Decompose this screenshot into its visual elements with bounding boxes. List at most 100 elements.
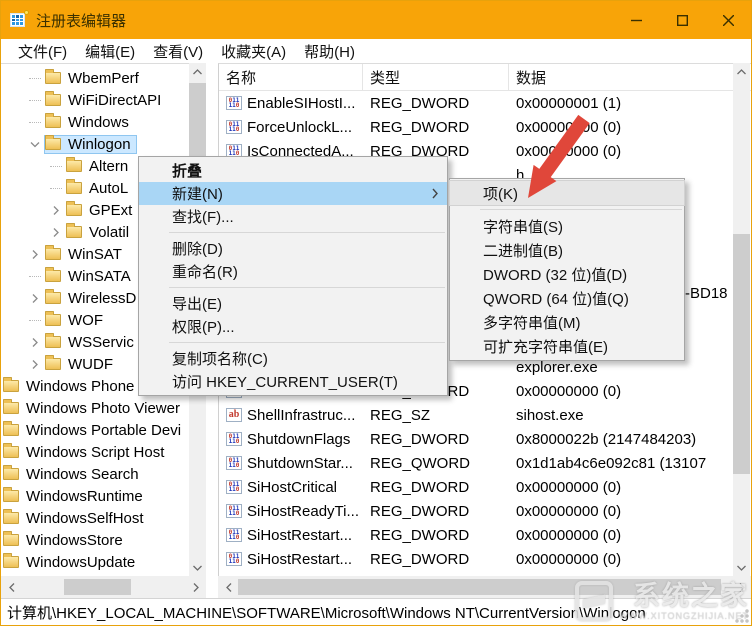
value-row[interactable]: 011110ShutdownFlagsREG_DWORD0x8000022b (… (219, 427, 752, 451)
list-vscroll-thumb[interactable] (733, 234, 750, 474)
folder-icon (45, 72, 61, 84)
value-row[interactable]: 011110ForceUnlockL...REG_DWORD0x00000000… (219, 115, 752, 139)
tree-item-windows-script-host[interactable]: Windows Script Host (1, 441, 183, 463)
value-data: 0x00000000 (0) (509, 479, 752, 496)
scroll-down-icon[interactable] (733, 559, 750, 576)
tree-expander[interactable] (28, 357, 42, 371)
chevron-right-icon (30, 250, 40, 259)
tree-hscroll-thumb[interactable] (64, 579, 131, 595)
title-bar: 注册表编辑器 (1, 1, 751, 39)
menu-item-label: 删除(D) (172, 238, 223, 259)
context-menu-item-0[interactable]: 折叠 (139, 159, 447, 182)
folder-icon (66, 204, 82, 216)
tree-item-windowsstore[interactable]: WindowsStore (1, 529, 183, 551)
submenu-item-2[interactable]: 二进制值(B) (450, 238, 684, 262)
value-type: REG_SZ (363, 407, 509, 424)
value-name: EnableSIHostI... (247, 95, 355, 112)
context-menu-item-1[interactable]: 新建(N) (139, 182, 447, 205)
tree-item-windowsselfhost[interactable]: WindowsSelfHost (1, 507, 183, 529)
folder-icon (3, 534, 19, 546)
tree-item-label: WinSAT (66, 246, 124, 263)
menu-bar: 文件(F)编辑(E)查看(V)收藏夹(A)帮助(H) (1, 39, 751, 63)
context-menu-item-3[interactable]: 删除(D) (139, 237, 447, 260)
value-type: REG_DWORD (363, 503, 509, 520)
resize-grip[interactable] (735, 609, 749, 623)
folder-icon (45, 314, 61, 326)
tree-item-wbemperf[interactable]: WbemPerf (1, 67, 183, 89)
folder-icon (45, 292, 61, 304)
scroll-down-icon[interactable] (189, 559, 206, 576)
chevron-down-icon (30, 140, 40, 149)
tree-item-label: WindowsStore (24, 532, 125, 549)
submenu-arrow-icon (432, 186, 438, 203)
context-menu-item-6[interactable]: 权限(P)... (139, 315, 447, 338)
menu-item-label: 权限(P)... (172, 316, 235, 337)
tree-expander[interactable] (28, 247, 42, 261)
tree-item-label: WindowsUpdate (24, 554, 137, 571)
menubar-item-4[interactable]: 帮助(H) (295, 39, 364, 64)
context-menu-item-4[interactable]: 重命名(R) (139, 260, 447, 283)
menubar-item-0[interactable]: 文件(F) (9, 39, 76, 64)
value-data: 0x00000000 (0) (509, 383, 752, 400)
value-row[interactable]: 011110SiHostRestart...REG_DWORD0x0000000… (219, 547, 752, 571)
value-type: REG_DWORD (363, 119, 509, 136)
tree-item-windows-portable-devi[interactable]: Windows Portable Devi (1, 419, 183, 441)
list-hscroll-thumb[interactable] (238, 579, 721, 595)
value-name-cell: 011110SiHostCritical (219, 479, 363, 496)
tree-expander[interactable] (49, 225, 63, 239)
column-header-name[interactable]: 名称 (219, 64, 363, 90)
submenu-item-1[interactable]: 字符串值(S) (450, 214, 684, 238)
tree-item-winlogon[interactable]: Winlogon (1, 133, 183, 155)
context-menu-item-8[interactable]: 访问 HKEY_CURRENT_USER(T) (139, 370, 447, 393)
scroll-right-icon[interactable] (187, 576, 204, 598)
value-name-cell: 011110SiHostReadyTi... (219, 503, 363, 520)
scroll-left-icon[interactable] (220, 576, 237, 598)
tree-expander[interactable] (49, 203, 63, 217)
column-header-type[interactable]: 类型 (363, 64, 509, 90)
tree-item-windowsruntime[interactable]: WindowsRuntime (1, 485, 183, 507)
scroll-right-icon[interactable] (733, 576, 750, 598)
value-row[interactable]: 011110EnableSIHostI...REG_DWORD0x0000000… (219, 91, 752, 115)
minimize-button[interactable] (613, 1, 659, 39)
menubar-item-1[interactable]: 编辑(E) (76, 39, 144, 64)
column-header-data[interactable]: 数据 (509, 64, 752, 90)
value-row[interactable]: 011110SiHostReadyTi...REG_DWORD0x0000000… (219, 499, 752, 523)
context-menu-item-5[interactable]: 导出(E) (139, 292, 447, 315)
value-type: REG_DWORD (363, 479, 509, 496)
context-menu-item-7[interactable]: 复制项名称(C) (139, 347, 447, 370)
menu-item-label: 多字符串值(M) (483, 312, 581, 333)
tree-item-wifidirectapi[interactable]: WiFiDirectAPI (1, 89, 183, 111)
scroll-left-icon[interactable] (3, 576, 20, 598)
tree-item-windowsupdate[interactable]: WindowsUpdate (1, 551, 183, 573)
context-menu-item-2[interactable]: 查找(F)... (139, 205, 447, 228)
submenu-item-5[interactable]: 多字符串值(M) (450, 310, 684, 334)
tree-item-windows-photo-viewer[interactable]: Windows Photo Viewer (1, 397, 183, 419)
tree-item-windows-search[interactable]: Windows Search (1, 463, 183, 485)
value-name-cell: abShellInfrastruc... (219, 407, 363, 424)
list-vertical-scrollbar[interactable] (733, 63, 750, 576)
menubar-item-2[interactable]: 查看(V) (144, 39, 212, 64)
tree-expander[interactable] (28, 291, 42, 305)
list-horizontal-scrollbar[interactable] (218, 576, 752, 598)
value-row[interactable]: 011110ShutdownStar...REG_QWORD0x1d1ab4c6… (219, 451, 752, 475)
red-annotation-arrow (501, 96, 611, 211)
tree-item-label: Windows Portable Devi (24, 422, 183, 439)
tree-horizontal-scrollbar[interactable] (1, 576, 206, 598)
close-button[interactable] (705, 1, 751, 39)
value-name: ShellInfrastruc... (247, 407, 355, 424)
tree-item-label: AutoL (87, 180, 130, 197)
value-row[interactable]: 011110SiHostRestart...REG_DWORD0x0000000… (219, 523, 752, 547)
submenu-item-4[interactable]: QWORD (64 位)值(Q) (450, 286, 684, 310)
value-row[interactable]: 011110SiHostCriticalREG_DWORD0x00000000 … (219, 475, 752, 499)
submenu-item-3[interactable]: DWORD (32 位)值(D) (450, 262, 684, 286)
scroll-up-icon[interactable] (733, 63, 750, 80)
scroll-up-icon[interactable] (189, 63, 206, 80)
value-row[interactable]: abShellInfrastruc...REG_SZsihost.exe (219, 403, 752, 427)
tree-expander[interactable] (28, 335, 42, 349)
maximize-button[interactable] (659, 1, 705, 39)
submenu-item-6[interactable]: 可扩充字符串值(E) (450, 334, 684, 358)
tree-item-label: WindowsSelfHost (24, 510, 146, 527)
menubar-item-3[interactable]: 收藏夹(A) (212, 39, 295, 64)
tree-expander[interactable] (28, 137, 42, 151)
tree-item-windows[interactable]: Windows (1, 111, 183, 133)
